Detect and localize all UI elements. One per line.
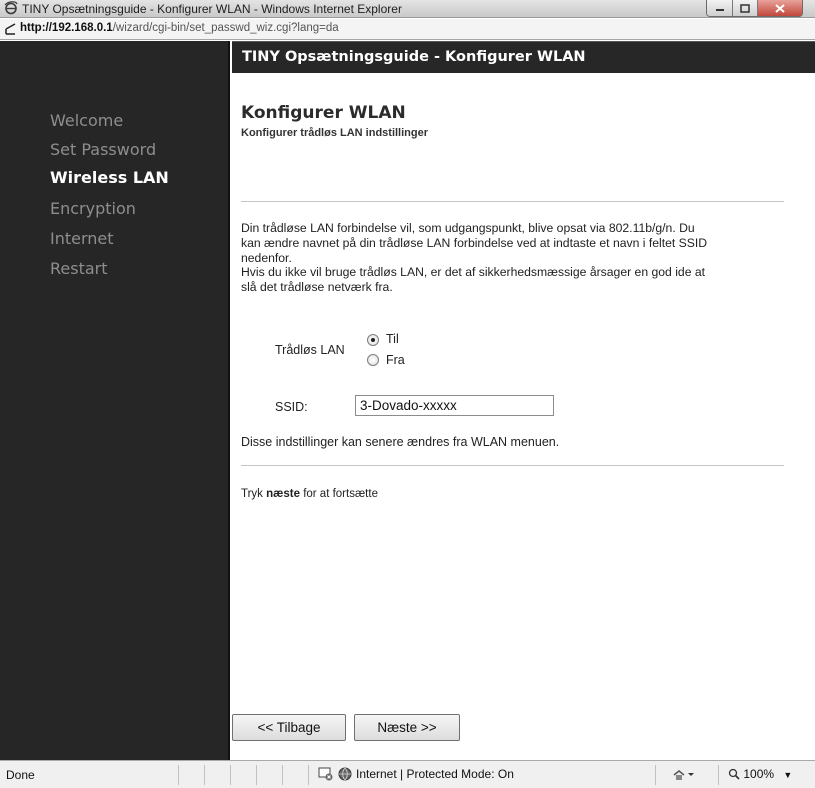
continue-suffix: for at fortsætte — [300, 488, 378, 500]
sidebar-item-encryption[interactable]: Encryption — [50, 199, 136, 218]
address-bar[interactable]: http://192.168.0.1/wizard/cgi-bin/set_pa… — [0, 19, 815, 40]
status-separator — [655, 765, 656, 785]
popup-blocked-icon — [318, 767, 333, 781]
address-url[interactable]: http://192.168.0.1/wizard/cgi-bin/set_pa… — [20, 22, 339, 34]
maximize-icon — [740, 3, 750, 13]
continue-prefix: Tryk — [241, 488, 267, 500]
chevron-down-icon: ▼ — [783, 770, 793, 780]
sidebar-item-restart[interactable]: Restart — [50, 259, 108, 278]
security-zone[interactable]: Internet | Protected Mode: On — [318, 767, 514, 781]
intro-line: Din trådløse LAN forbindelse vil, som ud… — [241, 221, 695, 235]
ssid-input[interactable] — [355, 395, 554, 416]
status-separator — [308, 765, 309, 785]
wlan-off-radio[interactable] — [367, 354, 379, 366]
next-button[interactable]: Næste >> — [354, 714, 460, 741]
page-title: Konfigurer WLAN — [241, 103, 406, 123]
ssid-label: SSID: — [275, 400, 308, 414]
settings-icon[interactable] — [672, 767, 694, 784]
window-title: TINY Opsætningsguide - Konfigurer WLAN -… — [22, 2, 402, 16]
wlan-on-label[interactable]: Til — [386, 332, 399, 346]
continue-hint: Tryk næste for at fortsætte — [241, 488, 378, 500]
divider — [241, 465, 784, 466]
page-header: TINY Opsætningsguide - Konfigurer WLAN — [232, 41, 815, 73]
minimize-icon — [715, 9, 724, 11]
status-text: Done — [6, 768, 35, 782]
status-bar: Done Internet | Protected Mode: On 100% — [0, 760, 815, 788]
close-button[interactable] — [758, 0, 802, 16]
status-separator — [178, 765, 179, 785]
lock-zone-icon — [673, 770, 694, 780]
sidebar-item-wireless-lan[interactable]: Wireless LAN — [50, 168, 169, 187]
zoom-icon — [728, 768, 740, 780]
close-icon — [775, 3, 785, 13]
window-titlebar: TINY Opsætningsguide - Konfigurer WLAN -… — [0, 0, 815, 18]
settings-note: Disse indstillinger kan senere ændres fr… — [241, 435, 560, 449]
continue-bold: næste — [266, 488, 300, 500]
minimize-button[interactable] — [707, 0, 733, 16]
wlan-on-radio[interactable] — [367, 334, 379, 346]
divider — [241, 201, 784, 202]
page-subtitle: Konfigurer trådløs LAN indstillinger — [241, 127, 429, 139]
status-separator — [256, 765, 257, 785]
address-host: http://192.168.0.1 — [20, 22, 113, 34]
zone-text: Internet | Protected Mode: On — [356, 767, 514, 781]
maximize-button[interactable] — [733, 0, 758, 16]
header-title: TINY Opsætningsguide - Konfigurer WLAN — [242, 49, 586, 65]
intro-line: Hvis du ikke vil bruge trådløs LAN, er d… — [241, 265, 706, 280]
wlan-off-label[interactable]: Fra — [386, 353, 405, 367]
status-separator — [718, 765, 719, 785]
zoom-level[interactable]: 100% ▼ — [728, 767, 792, 781]
sidebar-item-welcome[interactable]: Welcome — [50, 111, 123, 130]
wlan-label: Trådløs LAN — [275, 343, 345, 357]
address-path: /wizard/cgi-bin/set_passwd_wiz.cgi?lang=… — [112, 22, 339, 34]
intro-paragraph: Din trådløse LAN forbindelse vil, som ud… — [241, 221, 786, 295]
status-separator — [282, 765, 283, 785]
sidebar-item-internet[interactable]: Internet — [50, 229, 114, 248]
globe-icon — [338, 767, 352, 781]
internet-explorer-icon — [4, 1, 18, 15]
page-content: Welcome Set Password Wireless LAN Encryp… — [0, 41, 815, 760]
sidebar: Welcome Set Password Wireless LAN Encryp… — [0, 41, 230, 760]
intro-line: slå det trådløse netværk fra. — [241, 280, 393, 295]
zoom-text: 100% — [743, 767, 775, 781]
window-controls — [706, 0, 803, 17]
page-icon — [5, 23, 16, 35]
status-separator — [230, 765, 231, 785]
back-button[interactable]: << Tilbage — [232, 714, 346, 741]
intro-line: nedenfor. — [241, 250, 292, 265]
sidebar-item-set-password[interactable]: Set Password — [50, 140, 156, 159]
status-separator — [204, 765, 205, 785]
intro-line: kan ændre navnet på din trådløse LAN for… — [241, 235, 708, 250]
